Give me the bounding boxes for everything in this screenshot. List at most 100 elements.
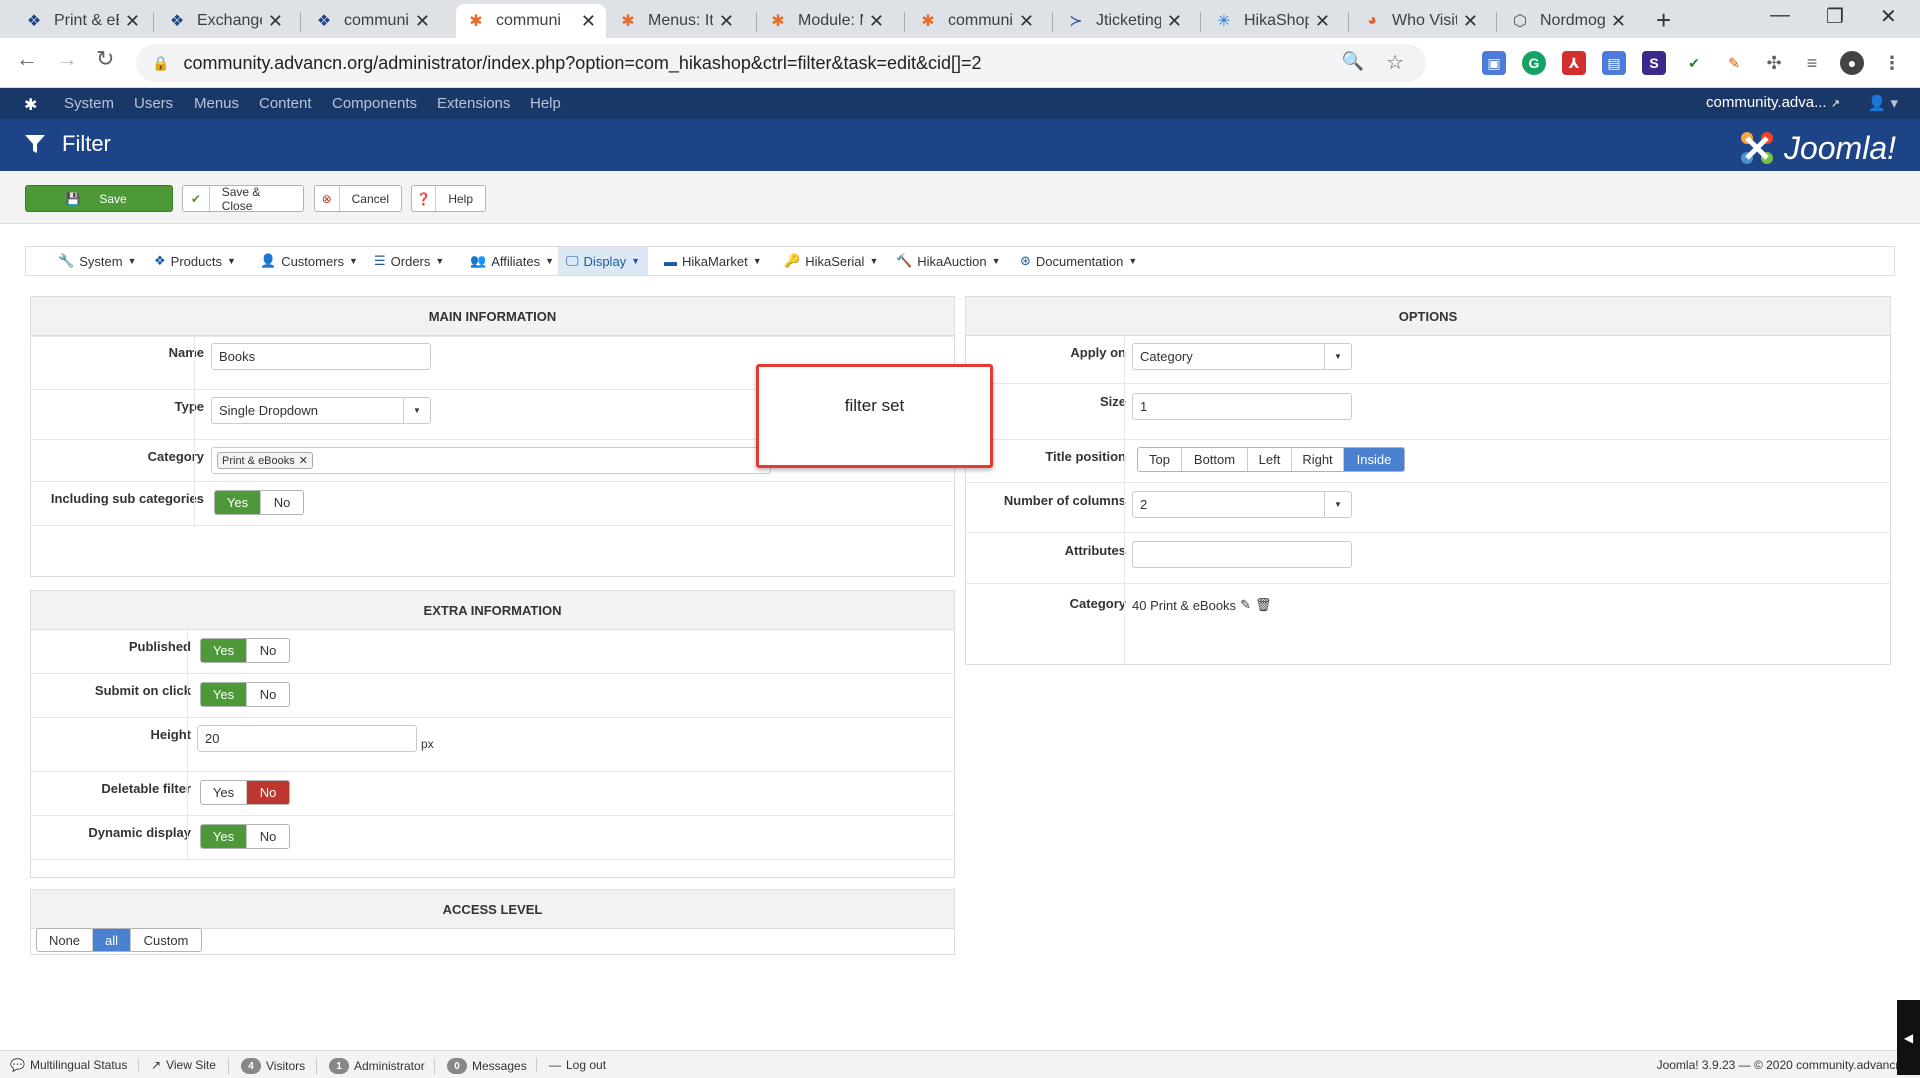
close-icon[interactable]: ✕ bbox=[719, 11, 734, 32]
close-icon[interactable]: ✕ bbox=[415, 11, 430, 32]
title-position-inside[interactable]: Inside bbox=[1344, 448, 1404, 471]
new-tab-icon[interactable]: + bbox=[1656, 6, 1671, 34]
published-yes[interactable]: Yes bbox=[201, 639, 247, 662]
type-select[interactable]: Single Dropdown ▼ bbox=[211, 397, 431, 424]
apply-on-select[interactable]: Category ▼ bbox=[1132, 343, 1352, 370]
close-icon[interactable]: ✕ bbox=[1315, 11, 1330, 32]
subcategories-toggle[interactable]: Yes No bbox=[214, 490, 304, 515]
attributes-input[interactable] bbox=[1132, 541, 1352, 568]
close-icon[interactable]: ✕ bbox=[125, 11, 140, 32]
back-icon[interactable]: ← bbox=[16, 46, 38, 72]
save-close-button[interactable]: ✔ Save & Close bbox=[182, 185, 304, 213]
deletable-yes[interactable]: Yes bbox=[201, 781, 247, 804]
height-input[interactable]: 20 bbox=[197, 725, 417, 752]
menu-system[interactable]: System bbox=[64, 95, 114, 112]
nav-orders[interactable]: ☰ Orders ▼ bbox=[366, 247, 452, 275]
remove-tag-icon[interactable]: ✕ bbox=[299, 454, 308, 467]
messages-indicator[interactable]: 0 Messages bbox=[434, 1058, 527, 1074]
restore-icon[interactable]: ❐ bbox=[1826, 4, 1844, 29]
extension-icon[interactable]: ▣ bbox=[1482, 51, 1506, 75]
deletable-filter-toggle[interactable]: Yes No bbox=[200, 780, 290, 805]
close-icon[interactable]: ✕ bbox=[1611, 11, 1626, 32]
submit-on-click-toggle[interactable]: Yes No bbox=[200, 682, 290, 707]
multilingual-status[interactable]: 💬 Multilingual Status bbox=[10, 1058, 127, 1072]
title-position-left[interactable]: Left bbox=[1248, 448, 1292, 471]
access-custom[interactable]: Custom bbox=[131, 929, 201, 951]
nav-affiliates[interactable]: 👥 Affiliates ▼ bbox=[462, 247, 562, 275]
reload-icon[interactable]: ↻ bbox=[96, 46, 114, 72]
nav-hikaauction[interactable]: 🔨 HikaAuction ▼ bbox=[888, 247, 1008, 275]
close-icon[interactable]: ✕ bbox=[1463, 11, 1478, 32]
access-none[interactable]: None bbox=[37, 929, 93, 951]
published-toggle[interactable]: Yes No bbox=[200, 638, 290, 663]
menu-users[interactable]: Users bbox=[134, 95, 173, 112]
close-window-icon[interactable]: ✕ bbox=[1880, 4, 1897, 29]
subcategories-yes[interactable]: Yes bbox=[215, 491, 261, 514]
title-position-right[interactable]: Right bbox=[1292, 448, 1344, 471]
trash-icon[interactable]: 🗑 bbox=[1255, 597, 1272, 613]
nav-hikamarket[interactable]: ▬ HikaMarket ▼ bbox=[656, 247, 770, 275]
close-icon[interactable]: ✕ bbox=[1167, 11, 1182, 32]
site-link[interactable]: community.adva... ↗ bbox=[1706, 94, 1840, 111]
close-icon[interactable]: ✕ bbox=[268, 11, 283, 32]
pencil-icon[interactable]: ✎ bbox=[1240, 597, 1251, 613]
browser-tab[interactable]: ✳ HikaShop ✕ bbox=[1204, 4, 1340, 38]
grammarly-icon[interactable]: G bbox=[1522, 51, 1546, 75]
dynamic-no[interactable]: No bbox=[247, 825, 289, 848]
browser-tab[interactable]: ❖ Exchange ✕ bbox=[157, 4, 293, 38]
visitors-indicator[interactable]: 4 Visitors bbox=[228, 1058, 305, 1074]
title-position-bottom[interactable]: Bottom bbox=[1182, 448, 1248, 471]
submit-no[interactable]: No bbox=[247, 683, 289, 706]
view-site-link[interactable]: ↗ View Site bbox=[138, 1058, 216, 1072]
subcategories-no[interactable]: No bbox=[261, 491, 303, 514]
help-button[interactable]: ❓ Help bbox=[411, 185, 486, 212]
pen-extension-icon[interactable]: ✎ bbox=[1722, 51, 1746, 75]
size-input[interactable]: 1 bbox=[1132, 393, 1352, 420]
on-extension-icon[interactable]: ▤ bbox=[1602, 51, 1626, 75]
browser-tab[interactable]: ◕ Who Visit ✕ bbox=[1352, 4, 1488, 38]
menu-help[interactable]: Help bbox=[530, 95, 561, 112]
title-position-top[interactable]: Top bbox=[1138, 448, 1182, 471]
user-menu-icon[interactable]: 👤 ▾ bbox=[1868, 94, 1898, 112]
nav-products[interactable]: ❖ Products ▼ bbox=[146, 247, 244, 275]
side-panel-handle-icon[interactable]: ◀ bbox=[1897, 1000, 1920, 1075]
nav-customers[interactable]: 👤 Customers ▼ bbox=[252, 247, 366, 275]
columns-select[interactable]: 2 ▼ bbox=[1132, 491, 1352, 518]
access-level-selector[interactable]: None all Custom bbox=[36, 928, 202, 952]
browser-tab[interactable]: ✱ Menus: Ite ✕ bbox=[608, 4, 744, 38]
nav-display[interactable]: 🖵 Display ▼ bbox=[558, 247, 649, 275]
dynamic-display-toggle[interactable]: Yes No bbox=[200, 824, 290, 849]
pdf-icon[interactable]: ⅄ bbox=[1562, 51, 1586, 75]
browser-tab[interactable]: ≻ Jticketing ✕ bbox=[1056, 4, 1192, 38]
cancel-button[interactable]: ⊗ Cancel bbox=[314, 185, 402, 212]
nav-documentation[interactable]: ⊛ Documentation ▼ bbox=[1012, 247, 1145, 275]
kebab-menu-icon[interactable]: ⋮ bbox=[1880, 51, 1904, 75]
puzzle-icon[interactable]: ✣ bbox=[1762, 51, 1786, 75]
access-all[interactable]: all bbox=[93, 929, 131, 951]
menu-content[interactable]: Content bbox=[259, 95, 312, 112]
browser-tab-active[interactable]: ✱ communi ✕ bbox=[456, 4, 606, 38]
menu-extensions[interactable]: Extensions bbox=[437, 95, 510, 112]
menu-menus[interactable]: Menus bbox=[194, 95, 239, 112]
minimize-icon[interactable]: — bbox=[1770, 4, 1790, 27]
category-multiselect[interactable]: Print & eBooks ✕ bbox=[211, 447, 771, 474]
submit-yes[interactable]: Yes bbox=[201, 683, 247, 706]
browser-tab[interactable]: ✱ communi ✕ bbox=[908, 4, 1044, 38]
browser-tab[interactable]: ❖ communit ✕ bbox=[304, 4, 440, 38]
browser-tab[interactable]: ❖ Print & eB ✕ bbox=[14, 4, 150, 38]
close-icon[interactable]: ✕ bbox=[869, 11, 884, 32]
nav-system[interactable]: 🔧 System ▼ bbox=[50, 247, 144, 275]
save-button[interactable]: 💾 Save bbox=[25, 185, 173, 212]
joomla-menu-icon[interactable]: ✱ bbox=[24, 95, 37, 115]
forward-icon[interactable]: → bbox=[56, 46, 78, 72]
avatar[interactable]: ● bbox=[1840, 51, 1864, 75]
bookmark-star-icon[interactable]: ☆ bbox=[1386, 50, 1404, 75]
published-no[interactable]: No bbox=[247, 639, 289, 662]
title-position-selector[interactable]: Top Bottom Left Right Inside bbox=[1137, 447, 1405, 472]
browser-tab[interactable]: ✱ Module: M ✕ bbox=[758, 4, 894, 38]
administrator-indicator[interactable]: 1 Administrator bbox=[316, 1058, 425, 1074]
s-extension-icon[interactable]: S bbox=[1642, 51, 1666, 75]
zoom-icon[interactable]: 🔍 bbox=[1342, 51, 1364, 72]
close-icon[interactable]: ✕ bbox=[1019, 11, 1034, 32]
deletable-no[interactable]: No bbox=[247, 781, 289, 804]
